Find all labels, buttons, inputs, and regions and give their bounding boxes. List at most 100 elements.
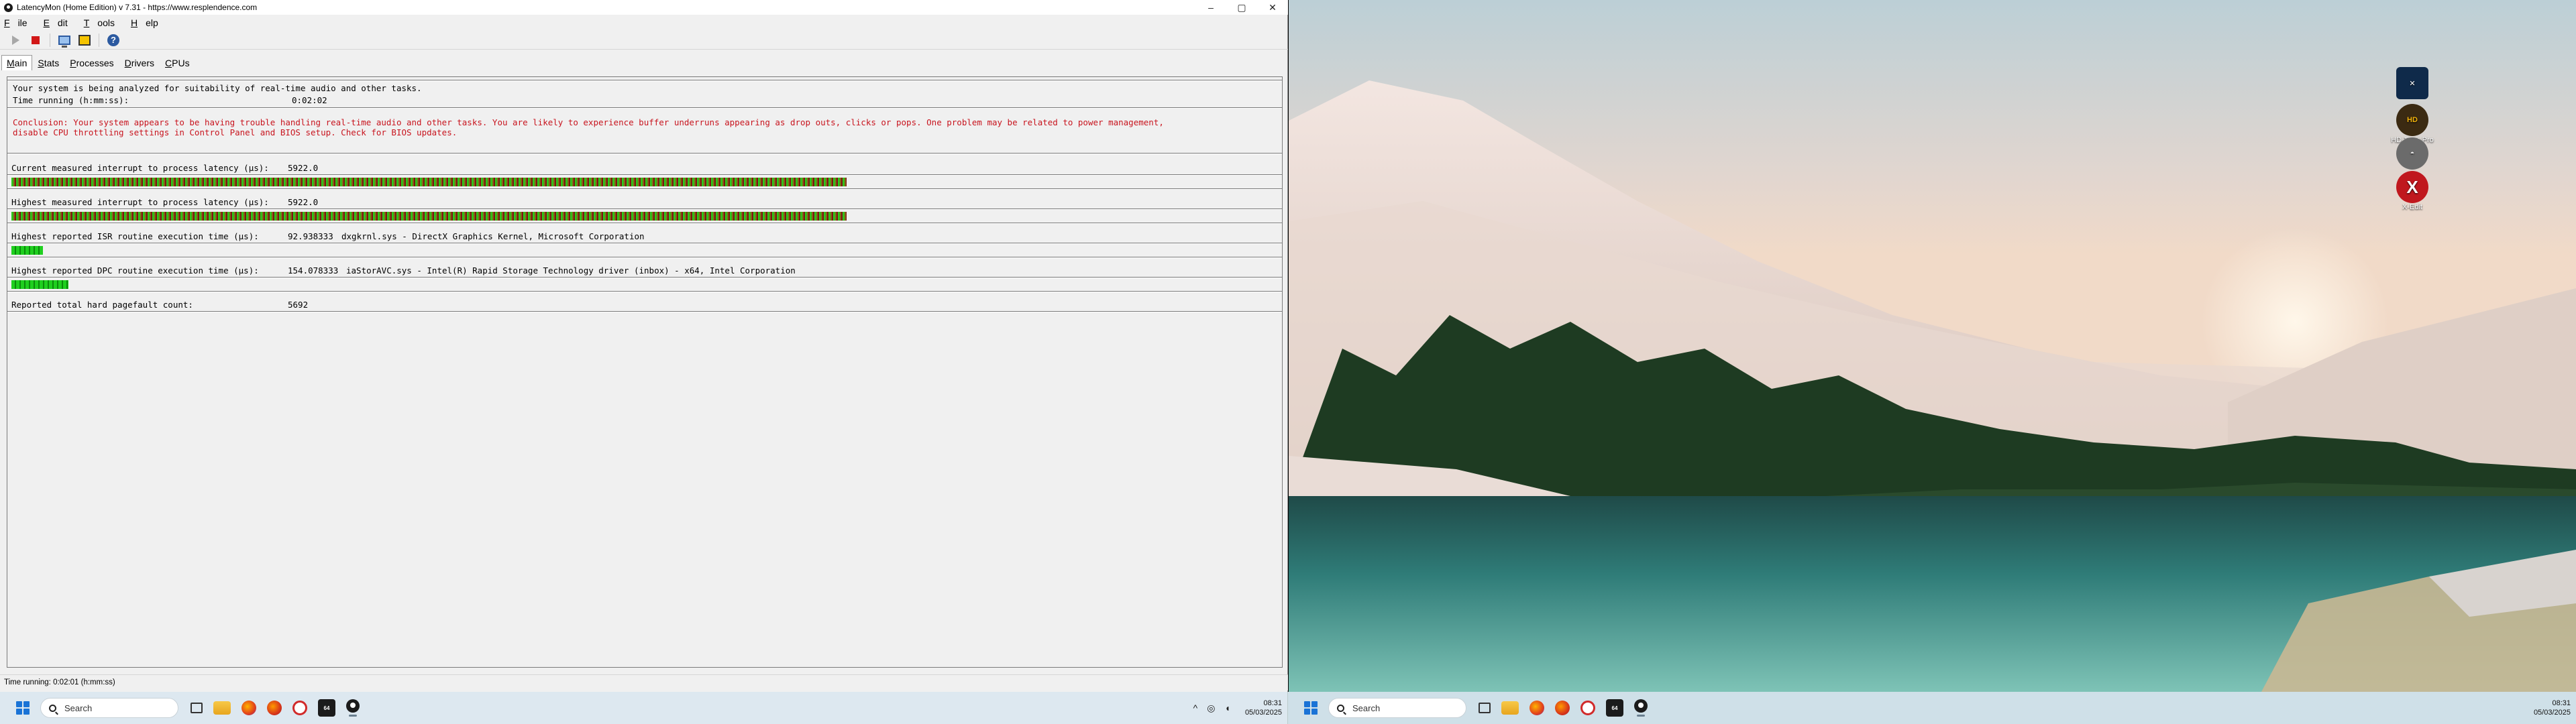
task-view-icon [1479,703,1491,713]
start-button[interactable] [7,32,24,48]
metric-dpc-label: Highest reported DPC routine execution t… [11,265,259,276]
tray-chevron-icon[interactable]: ^ [1193,703,1198,713]
taskbar-search[interactable]: Search [1328,698,1466,718]
isr-bar [11,246,43,255]
menu-file-label: ile [17,17,28,28]
tab-stats-label: tats [44,58,60,68]
tab-strip: Main Stats Processes Drivers CPUs [1,55,195,70]
menu-file[interactable]: File [4,17,36,28]
hd-tune-icon: HD [2396,104,2428,136]
divider [7,291,1282,292]
file-explorer-button[interactable] [1501,701,1519,715]
clock[interactable]: 08:31 05/03/2025 [1245,699,1282,717]
firefox-icon [241,701,256,715]
close-button[interactable]: ✕ [1257,0,1288,15]
time-running-label: Time running (h:mm:ss): [13,95,129,105]
latencymon-taskbar-button[interactable] [1634,699,1648,717]
tab-drivers-mnemonic: D [124,58,131,68]
tab-stats[interactable]: Stats [32,55,64,70]
monitor-icon [58,35,70,48]
desktop-shortcut-crossover[interactable]: ✕ [2382,67,2443,99]
task-view-button[interactable] [1479,703,1491,713]
desktop-shortcut-label: X-Edit [2402,203,2422,211]
highest-latency-bar [11,212,847,221]
conclusion-line-1: Conclusion: Your system appears to be ha… [13,117,1164,127]
play-icon [11,35,19,45]
clock[interactable]: 08:31 05/03/2025 [2534,699,2571,717]
aida64-icon: 64 [1606,699,1623,717]
disc-app-button[interactable] [292,701,307,715]
divider [7,277,1282,278]
scan-button[interactable] [76,32,93,48]
menu-help[interactable]: Help [131,17,166,28]
current-latency-bar [11,178,847,186]
taskbar-search[interactable]: Search [40,698,178,718]
intro-text: Your system is being analyzed for suitab… [13,83,422,93]
aida64-button[interactable]: 64 [1606,699,1623,717]
menu-edit[interactable]: Edit [44,17,76,28]
latencymon-app-icon [4,3,13,12]
desktop-shortcut-xedit[interactable]: X X-Edit [2382,171,2443,211]
latencymon-icon [346,699,360,713]
help-button[interactable]: ? [105,32,122,48]
metric-pagefault-value: 5692 [288,300,309,310]
tab-processes-label: rocesses [76,58,114,68]
firefox-dev-button[interactable] [267,701,282,715]
stop-button[interactable] [27,32,44,48]
firefox-button[interactable] [241,701,256,715]
search-icon [1337,704,1344,712]
speaker-icon[interactable]: ◖ [1224,703,1230,713]
tab-processes[interactable]: Processes [64,55,119,70]
scan-icon [78,34,91,46]
menu-tools[interactable]: Tools [84,17,123,28]
stop-icon [32,36,40,44]
metric-current-latency-label: Current measured interrupt to process la… [11,163,269,173]
disc-icon [1580,701,1595,715]
xedit-icon: X [2396,171,2428,203]
latencymon-taskbar-button[interactable] [346,699,360,717]
taskbar-primary: Search 64 ^ ◎ ◖ 08:31 05/03/2025 [0,692,1288,724]
aida64-button[interactable]: 64 [318,699,335,717]
network-icon[interactable]: ◎ [1207,703,1215,714]
divider [7,208,1282,210]
maximize-button[interactable]: ▢ [1226,0,1257,15]
desktop-wallpaper: ✕ HD HD Tune Pro ◓ X X-Edit [1289,0,2576,692]
tab-main-mnemonic: M [7,58,15,68]
divider [7,153,1282,154]
metric-isr-driver: dxgkrnl.sys - DirectX Graphics Kernel, M… [341,231,645,241]
title-bar[interactable]: LatencyMon (Home Edition) v 7.31 - https… [0,0,1288,15]
search-placeholder: Search [64,703,93,713]
menu-help-mnemonic: H [130,17,138,28]
clock-time: 08:31 [1263,699,1282,707]
windows-start-icon[interactable] [1304,701,1318,715]
firefox-icon [1529,701,1544,715]
conclusion-line-2: disable CPU throttling settings in Contr… [13,127,458,137]
minimize-button[interactable]: – [1195,0,1226,15]
disc-app-button[interactable] [1580,701,1595,715]
system-tray: ^ ◎ ◖ 08:31 05/03/2025 [1193,692,1282,724]
system-tray: 08:31 05/03/2025 [2528,692,2571,724]
tab-cpus[interactable]: CPUs [160,55,195,70]
desktop-shortcut-helmet[interactable]: ◓ [2382,137,2443,170]
menu-tools-mnemonic: T [83,17,90,28]
tab-cpus-label: PUs [172,58,190,68]
latencymon-icon [1634,699,1648,713]
toolbar: ? [0,31,1288,50]
latencymon-window: LatencyMon (Home Edition) v 7.31 - https… [0,0,1288,692]
tab-main[interactable]: Main [1,55,33,70]
file-explorer-button[interactable] [213,701,231,715]
monitor-button[interactable] [56,32,73,48]
firefox-button[interactable] [1529,701,1544,715]
file-explorer-icon [1501,701,1519,715]
task-view-button[interactable] [191,703,203,713]
window-title: LatencyMon (Home Edition) v 7.31 - https… [17,3,258,12]
tab-drivers[interactable]: Drivers [119,55,160,70]
firefox-icon [267,701,282,715]
active-app-indicator [349,715,357,717]
divider [7,311,1282,312]
windows-start-icon[interactable] [16,701,30,715]
search-placeholder: Search [1352,703,1381,713]
menu-edit-mnemonic: E [43,17,50,28]
firefox-dev-button[interactable] [1555,701,1570,715]
status-bar: Time running: 0:02:01 (h:mm:ss) [0,674,1288,690]
